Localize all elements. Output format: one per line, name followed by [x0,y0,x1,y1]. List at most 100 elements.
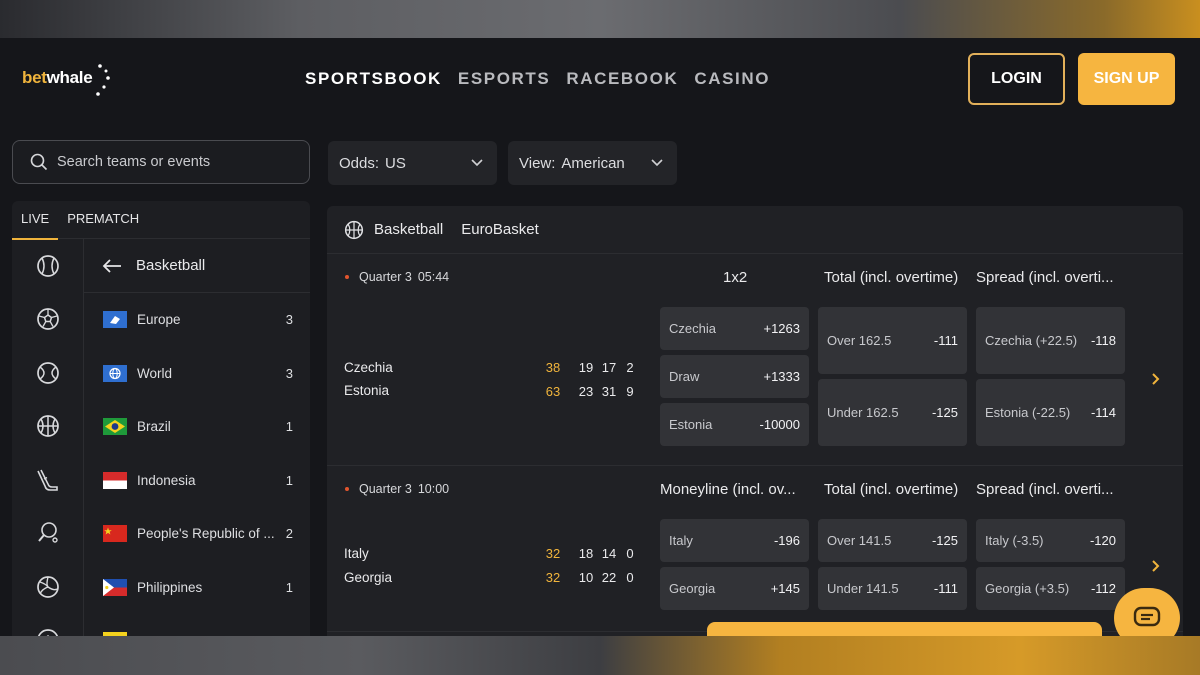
score-q1: 18 [578,546,594,561]
category-philippines[interactable]: Philippines 1 [84,561,310,615]
odds-label: Over 141.5 [827,533,892,548]
category-world[interactable]: World 3 [84,347,310,401]
odds-button[interactable]: Draw +1333 [660,355,809,398]
europe-flag-icon [103,311,127,329]
login-button[interactable]: LOGIN [968,53,1065,105]
search-input[interactable]: Search teams or events [12,140,310,184]
odds-label: Italy (-3.5) [985,533,1044,548]
sport-ice-hockey[interactable] [12,453,83,507]
chevron-down-icon [651,159,663,167]
brazil-flag-icon [103,418,127,436]
market-header-total: Total (incl. overtime) [824,481,959,498]
odds-label: Under 141.5 [827,581,899,596]
baseball-icon [36,254,59,277]
odds-button[interactable]: Czechia (+22.5) -118 [976,307,1125,374]
category-name: Indonesia [137,472,196,488]
category-indonesia[interactable]: Indonesia 1 [84,454,310,508]
chevron-down-icon [471,159,483,167]
tennis-icon [36,361,59,384]
category-partial[interactable] [84,614,310,636]
promo-banner-edge[interactable] [707,622,1102,636]
odds-button[interactable]: Georgia +145 [660,567,809,610]
world-flag-icon [103,364,127,382]
category-list: Basketball Europe 3 World 3 Brazil 1 Ind… [84,239,310,636]
odds-value: -112 [1090,581,1116,596]
event-row: Quarter 3 05:44 1x2 Total (incl. overtim… [327,254,1183,466]
odds-value: -111 [933,333,958,348]
app-window: betwhale SPORTSBOOK ESPORTS RACEBOOK CAS… [0,38,1200,636]
score-q1: 19 [578,360,594,375]
category-count: 3 [285,312,293,328]
sport-volleyball[interactable] [12,560,83,614]
odds-value: -196 [773,533,800,548]
top-nav: SPORTSBOOK ESPORTS RACEBOOK CASINO [305,69,770,89]
category-count: 3 [285,365,293,381]
sport-soccer[interactable] [12,293,83,347]
nav-racebook[interactable]: RACEBOOK [566,69,678,89]
chat-icon [1133,606,1161,627]
team-away: Georgia [344,570,393,585]
category-europe[interactable]: Europe 3 [84,293,310,347]
sport-icon-rail [12,239,84,636]
odds-button[interactable]: Czechia +1263 [660,307,809,350]
odds-value: +1263 [763,321,800,336]
view-select-value: American [561,154,625,172]
odds-button[interactable]: Italy -196 [660,519,809,562]
odds-label: Estonia (-22.5) [985,405,1071,420]
sport-basketball[interactable] [12,400,83,454]
category-name: People's Republic of ... [137,526,275,542]
score-total: 38 [545,360,561,375]
odds-button[interactable]: Over 162.5 -111 [818,307,967,374]
search-placeholder: Search teams or events [57,154,211,170]
odds-button[interactable]: Georgia (+3.5) -112 [976,567,1125,610]
event-period: Quarter 3 [359,270,412,284]
chevron-right-icon[interactable] [1149,371,1163,387]
league-header: Basketball EuroBasket [327,206,1183,254]
nav-esports[interactable]: ESPORTS [458,69,550,89]
score-total: 63 [545,384,561,399]
score-q3: 0 [626,570,634,585]
event-clock: 05:44 [417,270,450,284]
logo-dots-icon [96,64,110,96]
live-dot-icon [345,275,349,279]
search-icon [30,153,48,171]
score-q2: 17 [601,360,617,375]
nav-sportsbook[interactable]: SPORTSBOOK [305,69,442,89]
tab-live[interactable]: LIVE [12,201,59,240]
indonesia-flag-icon [103,471,127,489]
back-to-basketball[interactable]: Basketball [84,239,310,293]
sport-table-tennis[interactable] [12,507,83,561]
odds-select-value: US [385,154,406,172]
odds-button[interactable]: Italy (-3.5) -120 [976,519,1125,562]
odds-select-label: Odds: [339,154,380,172]
betwhale-logo[interactable]: betwhale [22,68,93,88]
sport-baseball[interactable] [12,239,83,293]
score-q2: 31 [601,384,617,399]
category-china[interactable]: People's Republic of ... 2 [84,507,310,561]
nav-casino[interactable]: CASINO [694,69,770,89]
market-header-spread: Spread (incl. overti... [976,269,1114,286]
sport-handball[interactable] [12,614,83,636]
signup-button[interactable]: SIGN UP [1078,53,1175,105]
odds-label: Draw [669,369,700,384]
chevron-right-icon[interactable] [1149,558,1163,574]
odds-value: -114 [1090,405,1116,420]
odds-value: -118 [1090,333,1116,348]
team-home: Czechia [344,360,393,375]
odds-button[interactable]: Over 141.5 -125 [818,519,967,562]
view-select[interactable]: View: American [508,141,677,185]
odds-value: -125 [931,405,958,420]
tab-prematch[interactable]: PREMATCH [58,201,148,239]
odds-button[interactable]: Estonia -10000 [660,403,809,446]
odds-button[interactable]: Under 141.5 -111 [818,567,967,610]
category-brazil[interactable]: Brazil 1 [84,400,310,454]
market-header-total: Total (incl. overtime) [824,269,959,286]
odds-button[interactable]: Estonia (-22.5) -114 [976,379,1125,446]
score-q1: 23 [578,384,594,399]
odds-format-select[interactable]: Odds: US [328,141,497,185]
event-status: Quarter 3 10:00 [345,482,449,496]
category-count: 1 [285,579,293,595]
category-name: World [137,365,173,381]
odds-button[interactable]: Under 162.5 -125 [818,379,967,446]
sport-tennis[interactable] [12,346,83,400]
